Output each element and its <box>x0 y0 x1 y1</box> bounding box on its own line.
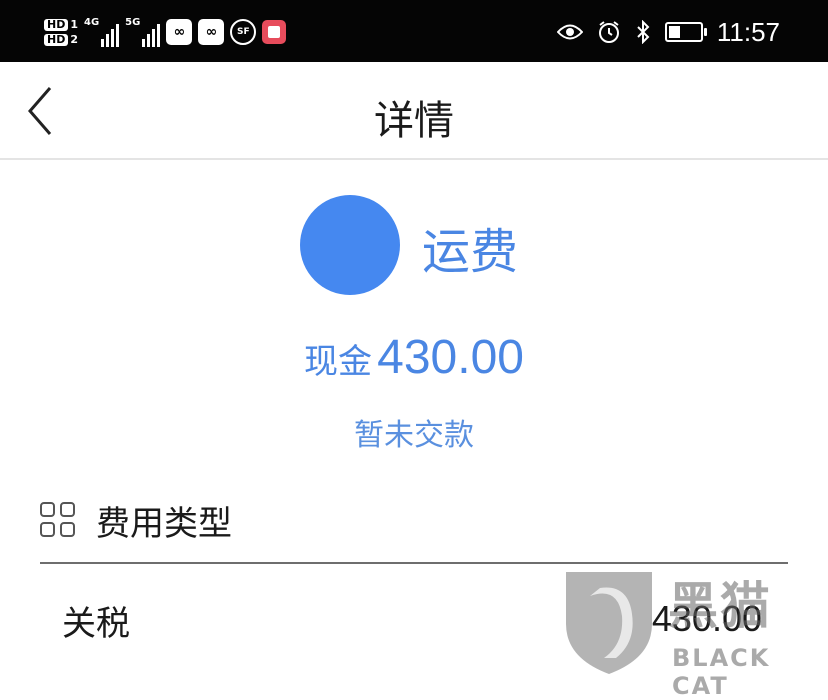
signal-icon-2: 5G <box>125 17 161 47</box>
network-type-1: 4G <box>84 17 100 28</box>
app-link-icon-2: ∞ <box>198 19 225 45</box>
fee-type-section-header: 费用类型 <box>40 490 788 564</box>
watermark-cn: 黑猫 <box>668 577 772 635</box>
page-title: 详情 <box>374 98 454 144</box>
battery-level <box>668 26 680 38</box>
sim1-indicator: HD 1 <box>44 18 78 31</box>
payment-method: 现金 <box>304 342 373 382</box>
status-bar-left: HD 1 HD 2 4G 5G ∞ ∞ SF <box>44 8 287 56</box>
category-name: 运费 <box>422 224 519 280</box>
sim2-indicator: HD 2 <box>44 33 78 46</box>
amount-line: 现金 430.00 <box>0 330 828 385</box>
clock: 11:57 <box>716 16 780 47</box>
sf-express-icon: SF <box>230 19 257 45</box>
category-dot-icon <box>300 195 400 295</box>
amount-value: 430.00 <box>377 331 524 384</box>
signal-icon: 4G <box>84 17 120 47</box>
app-link-icon: ∞ <box>166 19 193 45</box>
network-type-2: 5G <box>125 17 141 28</box>
section-label: 费用类型 <box>96 504 232 544</box>
cat-shield-logo-icon <box>566 572 652 674</box>
watermark-en: BLACK CAT <box>672 644 771 700</box>
eye-icon <box>556 24 583 40</box>
sim-indicators: HD 1 HD 2 <box>44 18 78 46</box>
fee-summary: 运费 现金 430.00 暂未交款 <box>0 160 828 480</box>
payment-status: 暂未交款 <box>354 418 474 453</box>
grid-icon <box>40 502 78 540</box>
bluetooth-icon <box>637 20 650 44</box>
battery-icon <box>664 22 707 42</box>
black-cat-watermark: 黑猫 BLACK CAT <box>560 566 828 700</box>
status-bar: HD 1 HD 2 4G 5G ∞ ∞ SF 11:57 <box>0 0 828 62</box>
nav-bar: 详情 <box>0 62 828 160</box>
status-bar-right: 11:57 <box>556 10 780 54</box>
alarm-icon <box>598 21 619 43</box>
notes-icon <box>262 20 287 44</box>
fee-name: 关税 <box>62 604 130 644</box>
